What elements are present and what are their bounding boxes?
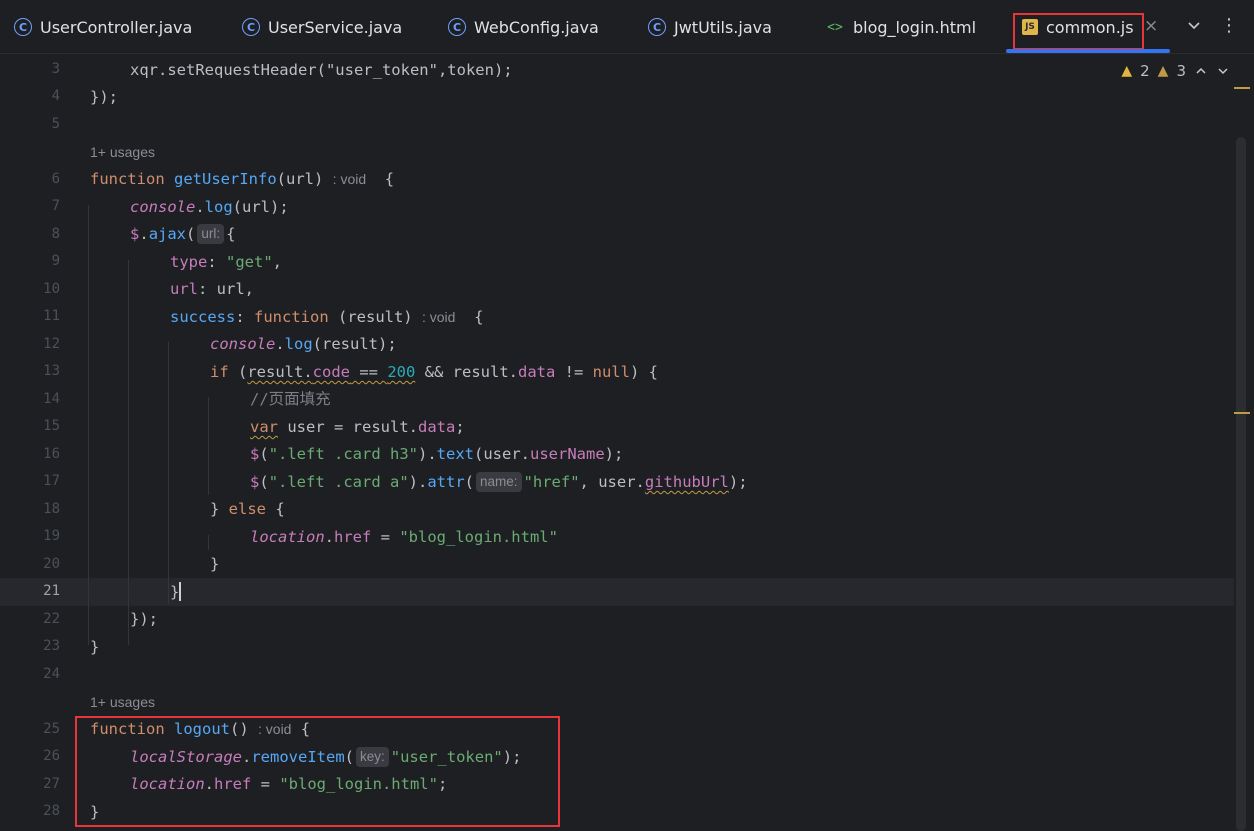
line-number: 24 bbox=[43, 666, 60, 682]
java-class-icon: C bbox=[448, 18, 466, 36]
code-line-8: $.ajax(url:{ bbox=[130, 224, 236, 244]
chevron-up-icon[interactable] bbox=[1194, 64, 1208, 78]
tab-userservice[interactable]: C UserService.java bbox=[242, 0, 402, 54]
tab-label: UserService.java bbox=[268, 17, 403, 37]
line-number: 18 bbox=[43, 501, 60, 517]
scrollbar-marker bbox=[1234, 87, 1250, 89]
active-tab-highlight bbox=[1013, 13, 1144, 50]
more-options-icon[interactable]: ⋮ bbox=[1220, 15, 1238, 36]
code-line-23: } bbox=[90, 638, 100, 656]
tab-blog-login[interactable]: <> blog_login.html bbox=[825, 0, 976, 54]
line-number: 8 bbox=[51, 226, 60, 242]
line-number: 20 bbox=[43, 556, 60, 572]
tab-label: JwtUtils.java bbox=[674, 17, 772, 37]
weak-warning-icon: ▲ bbox=[1157, 63, 1169, 79]
code-line-15: var user = result.data; bbox=[250, 418, 465, 436]
indent-guide bbox=[208, 397, 209, 495]
code-line-6: function getUserInfo(url) : void { bbox=[90, 170, 395, 188]
active-tab-underline bbox=[1006, 49, 1170, 53]
tab-jwtutils[interactable]: C JwtUtils.java bbox=[648, 0, 772, 54]
indent-guide bbox=[88, 205, 89, 645]
tab-webconfig[interactable]: C WebConfig.java bbox=[448, 0, 599, 54]
code-line-19: location.href = "blog_login.html" bbox=[250, 528, 558, 546]
line-number: 26 bbox=[43, 748, 60, 764]
java-class-icon: C bbox=[242, 18, 260, 36]
text-caret bbox=[179, 582, 182, 601]
chevron-down-icon[interactable] bbox=[1186, 17, 1202, 33]
code-line-18: } else { bbox=[210, 500, 285, 518]
usages-hint[interactable]: 1+ usages bbox=[90, 139, 155, 166]
warning-icon: ▲ bbox=[1121, 63, 1133, 79]
line-number: 22 bbox=[43, 611, 60, 627]
line-number: 17 bbox=[43, 473, 60, 489]
indent-guide bbox=[168, 342, 169, 604]
vertical-scrollbar[interactable] bbox=[1236, 137, 1246, 831]
usages-hint[interactable]: 1+ usages bbox=[90, 689, 155, 716]
code-line-22: }); bbox=[130, 610, 158, 628]
code-line-9: type: "get", bbox=[170, 253, 283, 271]
line-number: 19 bbox=[43, 528, 60, 544]
tab-usercontroller[interactable]: C UserController.java bbox=[14, 0, 192, 54]
code-line-21: } bbox=[170, 582, 182, 601]
param-hint: url: bbox=[197, 224, 225, 244]
line-number: 28 bbox=[43, 803, 60, 819]
code-line-11: success: function (result) : void { bbox=[170, 308, 484, 326]
java-class-icon: C bbox=[648, 18, 666, 36]
tab-label: blog_login.html bbox=[853, 17, 977, 37]
weak-warning-count: 3 bbox=[1176, 62, 1186, 80]
editor-tab-bar: C UserController.java C UserService.java… bbox=[0, 0, 1254, 54]
code-line-4: }); bbox=[90, 88, 118, 106]
tab-label: WebConfig.java bbox=[474, 17, 599, 37]
scrollbar-marker bbox=[1234, 412, 1250, 414]
code-line-13: if (result.code == 200 && result.data !=… bbox=[210, 363, 658, 381]
code-line-16: $(".left .card h3").text(user.userName); bbox=[250, 445, 624, 463]
code-editor[interactable]: 3 4 5 6 7 8 9 10 11 12 13 14 15 16 17 18… bbox=[0, 55, 1254, 831]
html-file-icon: <> bbox=[827, 19, 843, 35]
java-class-icon: C bbox=[14, 18, 32, 36]
code-line-7: console.log(url); bbox=[130, 198, 289, 216]
line-number: 5 bbox=[51, 116, 60, 132]
code-line-17: $(".left .card a").attr(name: "href", use… bbox=[250, 472, 748, 492]
logout-function-highlight bbox=[75, 716, 560, 827]
line-number: 7 bbox=[51, 198, 60, 214]
line-number: 3 bbox=[51, 61, 60, 77]
line-number: 25 bbox=[43, 721, 60, 737]
line-number: 9 bbox=[51, 253, 60, 269]
line-number: 14 bbox=[43, 391, 60, 407]
tab-label: UserController.java bbox=[40, 17, 193, 37]
indent-guide bbox=[208, 535, 209, 550]
param-hint: name: bbox=[476, 472, 522, 492]
line-number: 13 bbox=[43, 363, 60, 379]
code-line-10: url: url, bbox=[170, 280, 254, 298]
indent-guide bbox=[128, 260, 129, 645]
line-number: 16 bbox=[43, 446, 60, 462]
code-line-20: } bbox=[210, 555, 220, 573]
code-line-12: console.log(result); bbox=[210, 335, 397, 353]
line-number: 21 bbox=[43, 583, 60, 599]
warning-count: 2 bbox=[1140, 62, 1150, 80]
line-number: 4 bbox=[51, 88, 60, 104]
inspection-widget[interactable]: ▲ 2 ▲ 3 bbox=[1121, 62, 1230, 80]
line-number: 27 bbox=[43, 776, 60, 792]
chevron-down-icon[interactable] bbox=[1216, 64, 1230, 78]
line-number: 12 bbox=[43, 336, 60, 352]
line-number: 6 bbox=[51, 171, 60, 187]
code-line-3: xqr.setRequestHeader("user_token",token)… bbox=[130, 61, 513, 79]
line-number: 10 bbox=[43, 281, 60, 297]
current-line-highlight bbox=[0, 578, 1234, 606]
line-number: 11 bbox=[43, 308, 60, 324]
code-line-14: //页面填充 bbox=[250, 390, 331, 408]
line-number: 15 bbox=[43, 418, 60, 434]
line-number: 23 bbox=[43, 638, 60, 654]
close-icon[interactable]: × bbox=[1144, 16, 1158, 36]
